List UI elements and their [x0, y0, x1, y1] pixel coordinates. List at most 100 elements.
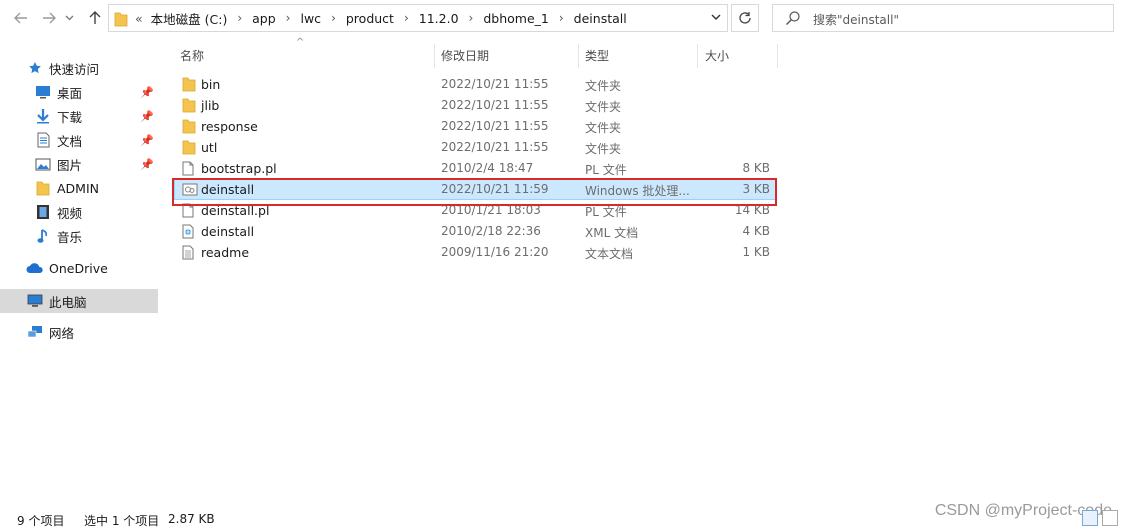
file-row[interactable]: utl 2022/10/21 11:55 文件夹 [174, 137, 776, 158]
back-button[interactable] [10, 6, 32, 30]
column-divider[interactable] [578, 44, 579, 68]
folder-icon [182, 140, 196, 155]
refresh-icon [739, 12, 751, 24]
file-name: response [201, 119, 258, 134]
search-box[interactable]: 搜索"deinstall" [772, 4, 1114, 32]
sidebar-item-label: 此电脑 [49, 294, 87, 310]
file-size: 8 KB [742, 161, 770, 175]
details-view-button[interactable] [1082, 510, 1098, 526]
file-date: 2022/10/21 11:55 [441, 98, 549, 112]
breadcrumb-item-deinstall[interactable]: deinstall [574, 11, 627, 26]
file-size: 4 KB [742, 224, 770, 238]
file-name: deinstall [201, 224, 255, 239]
sidebar-item-network[interactable]: 网络 [26, 321, 158, 343]
column-header-date[interactable]: 修改日期 [441, 44, 489, 66]
sidebar-item-label: 下载 [57, 109, 83, 125]
sidebar-item-admin[interactable]: ADMIN [34, 177, 158, 199]
breadcrumb: « 本地磁盘 (C:) › app › lwc › product › 11.2.0 › … [135, 5, 627, 31]
file-row[interactable]: deinstall 2010/2/18 22:36 XML 文档 4 KB [174, 221, 776, 242]
file-type: 文件夹 [585, 100, 622, 114]
sidebar-item-music[interactable]: 音乐 [34, 225, 158, 247]
sidebar-item-desktop[interactable]: 桌面 📌 [34, 81, 158, 103]
pin-icon: 📌 [140, 85, 154, 99]
breadcrumb-overflow[interactable]: « [135, 11, 143, 26]
breadcrumb-item-product[interactable]: product [346, 11, 394, 26]
file-icon [182, 161, 194, 176]
chevron-right-icon: › [558, 11, 564, 25]
file-type: 文件夹 [585, 142, 622, 156]
sidebar-item-label: ADMIN [57, 180, 99, 196]
up-button[interactable] [84, 6, 106, 30]
chevron-down-icon [711, 14, 721, 20]
sidebar-item-videos[interactable]: 视频 [34, 201, 158, 223]
large-icons-view-button[interactable] [1102, 510, 1118, 526]
arrow-up-icon [89, 11, 101, 24]
file-row[interactable]: bin 2022/10/21 11:55 文件夹 [174, 74, 776, 95]
desktop-icon [34, 84, 52, 100]
chevron-right-icon: › [403, 11, 409, 25]
file-row[interactable]: response 2022/10/21 11:55 文件夹 [174, 116, 776, 137]
column-divider[interactable] [777, 44, 778, 68]
file-type: 文件夹 [585, 79, 622, 93]
sort-ascending-icon: ^ [296, 37, 305, 48]
breadcrumb-item-app[interactable]: app [252, 11, 276, 26]
recent-locations-button[interactable] [62, 6, 76, 30]
chevron-right-icon: › [468, 11, 474, 25]
file-name: jlib [201, 98, 220, 113]
search-input[interactable]: 搜索"deinstall" [813, 11, 899, 28]
file-row[interactable]: bootstrap.pl 2010/2/4 18:47 PL 文件 8 KB [174, 158, 776, 179]
file-type: XML 文档 [585, 226, 639, 240]
file-name: bootstrap.pl [201, 161, 277, 176]
chevron-right-icon: › [285, 11, 291, 25]
refresh-button[interactable] [731, 4, 759, 32]
network-icon [26, 324, 44, 340]
file-row[interactable]: jlib 2022/10/21 11:55 文件夹 [174, 95, 776, 116]
sidebar-item-pictures[interactable]: 图片 📌 [34, 153, 158, 175]
folder-icon [182, 98, 196, 113]
sidebar-item-label: 桌面 [57, 85, 83, 101]
sidebar-item-quick-access[interactable]: 快速访问 [26, 57, 158, 79]
pin-icon: 📌 [140, 133, 154, 147]
arrow-right-icon [43, 12, 56, 24]
folder-icon [34, 180, 52, 196]
xml-file-icon [182, 224, 194, 239]
pin-icon: 📌 [140, 157, 154, 171]
column-header-name[interactable]: 名称 [180, 44, 204, 66]
column-divider[interactable] [697, 44, 698, 68]
breadcrumb-item-dbhome[interactable]: dbhome_1 [483, 11, 549, 26]
highlight-box [172, 178, 777, 206]
sidebar-item-label: 快速访问 [49, 61, 100, 77]
cloud-icon [26, 260, 44, 276]
star-icon [26, 60, 44, 76]
breadcrumb-item-drive[interactable]: 本地磁盘 (C:) [151, 9, 228, 28]
column-header-size[interactable]: 大小 [705, 44, 729, 66]
file-date: 2009/11/16 21:20 [441, 245, 549, 259]
sidebar-item-label: 文档 [57, 133, 83, 149]
text-file-icon [182, 245, 194, 260]
sidebar-item-this-pc[interactable]: 此电脑 [0, 289, 158, 313]
computer-icon [26, 293, 44, 309]
sidebar-item-documents[interactable]: 文档 📌 [34, 129, 158, 151]
file-row[interactable]: readme 2009/11/16 21:20 文本文档 1 KB [174, 242, 776, 263]
column-header-type[interactable]: 类型 [585, 44, 609, 66]
sidebar-item-downloads[interactable]: 下载 📌 [34, 105, 158, 127]
column-divider[interactable] [434, 44, 435, 68]
music-icon [34, 228, 52, 244]
forward-button[interactable] [38, 6, 60, 30]
address-history-button[interactable] [711, 11, 721, 24]
folder-icon [182, 119, 196, 134]
file-type: PL 文件 [585, 163, 627, 177]
breadcrumb-item-lwc[interactable]: lwc [300, 11, 321, 26]
breadcrumb-item-version[interactable]: 11.2.0 [419, 11, 459, 26]
file-date: 2010/2/18 22:36 [441, 224, 541, 238]
video-icon [34, 204, 52, 220]
pin-icon: 📌 [140, 109, 154, 123]
file-name: utl [201, 140, 218, 155]
address-bar[interactable]: « 本地磁盘 (C:) › app › lwc › product › 11.2.0 › … [108, 4, 728, 32]
sidebar-item-onedrive[interactable]: OneDrive [26, 257, 158, 279]
file-name: bin [201, 77, 221, 92]
sidebar-item-label: 音乐 [57, 229, 83, 245]
file-date: 2022/10/21 11:55 [441, 77, 549, 91]
file-name: readme [201, 245, 250, 260]
search-icon [786, 11, 800, 25]
